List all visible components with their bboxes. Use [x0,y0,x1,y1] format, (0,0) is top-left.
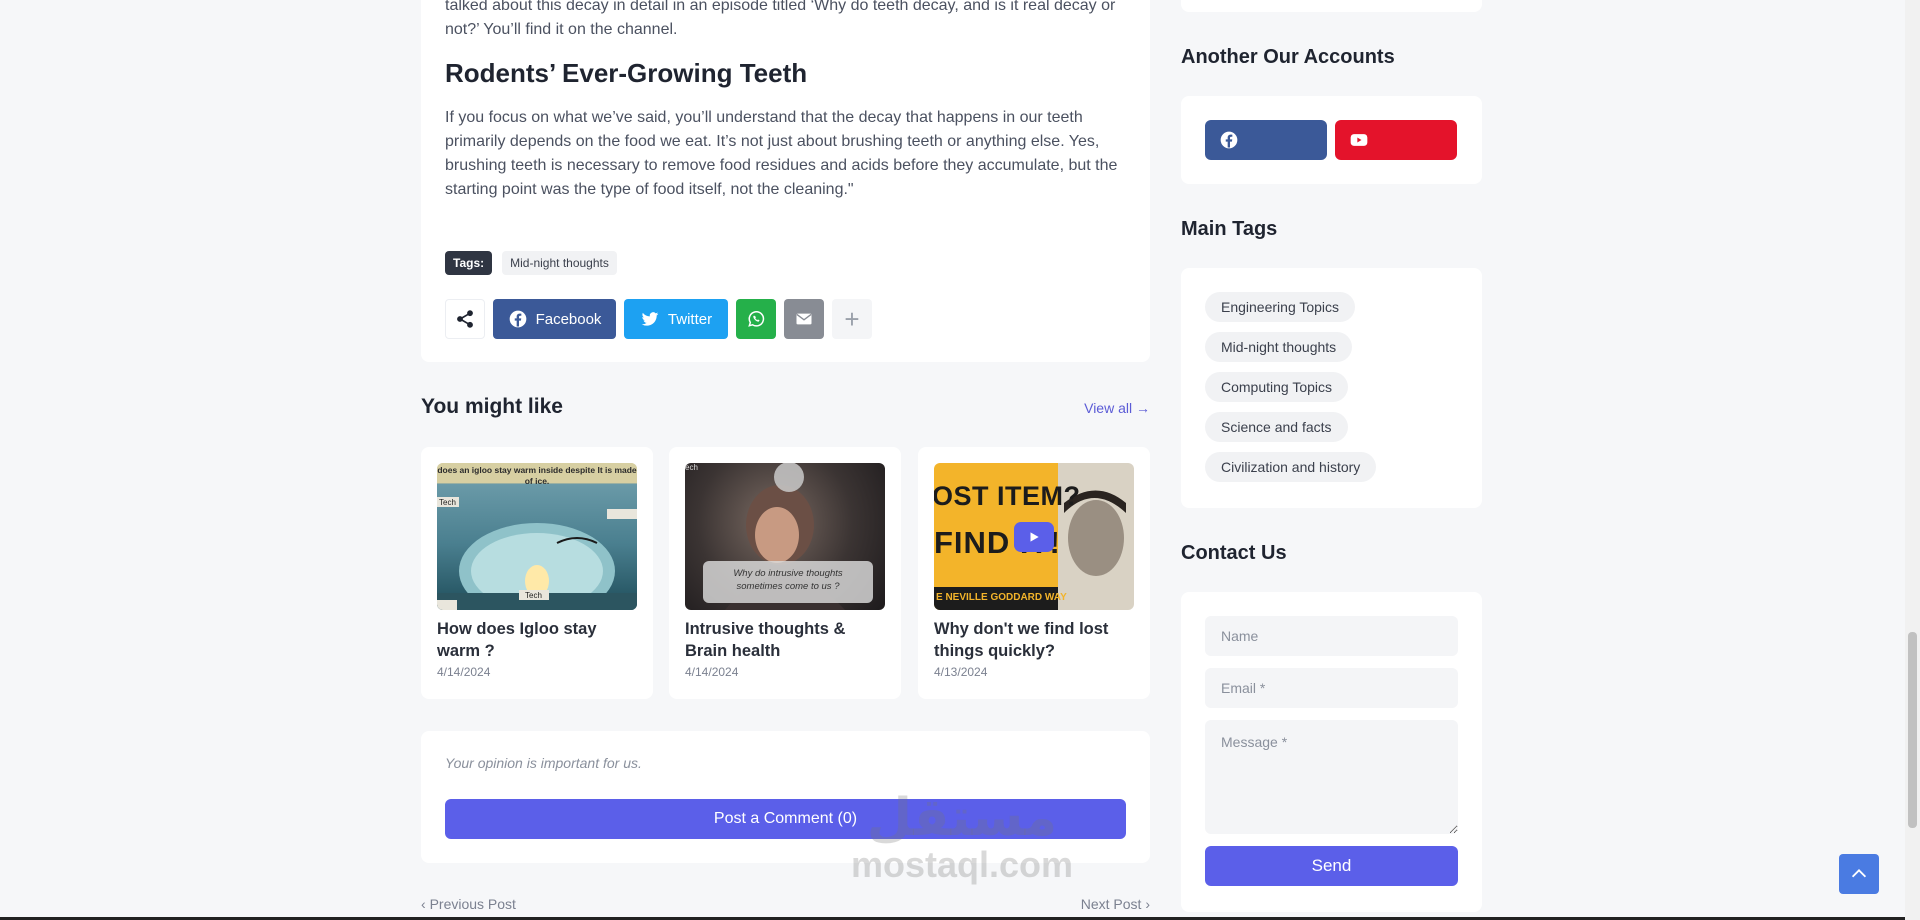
sidebar-widget [1181,0,1482,12]
post-title[interactable]: Why don't we find lost things quickly? [934,618,1134,662]
article-section-heading: Rodents’ Ever-Growing Teeth [445,58,808,88]
article-paragraph: If you focus on what we’ve said, you’ll … [445,109,1118,198]
back-to-top-button[interactable] [1839,854,1879,894]
scrollbar-thumb[interactable] [1908,632,1917,828]
thumb-tag: Tech [525,591,542,600]
message-field[interactable] [1205,720,1458,834]
chevron-up-icon [1851,869,1867,878]
share-facebook-label: Facebook [535,310,602,328]
twitter-icon [641,312,659,326]
youtube-icon [1350,134,1368,146]
chevron-left-icon: ‹ [421,896,430,912]
envelope-icon [796,313,812,325]
facebook-icon [509,310,526,328]
thumb-tag: Tech [439,498,456,507]
share-facebook-button[interactable]: Facebook [493,299,616,339]
post-date: 4/14/2024 [685,665,739,679]
thumb-caption: does an igloo stay warm inside despite I… [437,465,637,486]
watermark-arabic: مستقل [866,789,1058,847]
share-email-button[interactable] [784,299,824,339]
main-tags-title: Main Tags [1181,218,1278,240]
article-intro-text: talked about this decay in detail in an … [445,0,1116,38]
share-whatsapp-button[interactable] [736,299,776,339]
post-thumbnail[interactable]: Why do intrusive thoughts sometimes come… [685,463,885,610]
facebook-account-button[interactable] [1205,120,1327,160]
scrollbar[interactable] [1905,0,1920,920]
contact-form: Send [1181,592,1482,912]
main-tags-card: Engineering Topics Mid-night thoughts Co… [1181,268,1482,508]
tag-link[interactable]: Engineering Topics [1205,292,1356,322]
post-date: 4/13/2024 [934,665,988,679]
email-field[interactable] [1205,668,1458,708]
play-icon [1030,532,1039,542]
related-post-card[interactable]: does an igloo stay warm inside despite I… [421,447,653,699]
article-tag-chip[interactable]: Mid-night thoughts [502,251,617,275]
previous-post-link[interactable]: ‹ Previous Post [421,896,516,912]
post-thumbnail[interactable]: OST ITEM? FIND IT! E NEVILLE GODDARD WAY [934,463,1134,610]
tags-label: Tags: [445,251,493,275]
accounts-card [1181,96,1482,184]
thumb-caption: Why do intrusive thoughts sometimes come… [703,561,873,603]
chevron-right-icon: › [1141,896,1150,912]
comment-hint: Your opinion is important for us. [445,755,642,771]
next-post-label: Next Post [1080,896,1142,912]
article-tags: Tags: Mid-night thoughts [445,251,617,275]
watermark: مستقل mostaql.com [842,790,1082,884]
share-button[interactable] [445,299,485,339]
send-button[interactable]: Send [1205,846,1458,886]
thumb-subline: E NEVILLE GODDARD WAY [936,592,1067,603]
whatsapp-icon [748,310,765,327]
post-date: 4/14/2024 [437,665,491,679]
play-button[interactable] [1014,522,1054,552]
tag-link[interactable]: Science and facts [1205,412,1348,442]
facebook-icon [1220,131,1238,149]
previous-post-label: Previous Post [429,896,516,912]
related-posts-title: You might like [421,395,563,418]
tag-link[interactable]: Civilization and history [1205,452,1377,482]
article-card: talked about this decay in detail in an … [421,0,1150,362]
contact-title: Contact Us [1181,542,1287,564]
share-twitter-label: Twitter [667,310,713,328]
share-twitter-button[interactable]: Twitter [624,299,728,339]
post-title[interactable]: How does Igloo stay warm ? [437,618,637,662]
share-icon [457,310,473,328]
tag-link[interactable]: Mid-night thoughts [1205,332,1353,362]
tag-link[interactable]: Computing Topics [1205,372,1349,402]
next-post-link[interactable]: Next Post › [1081,896,1150,912]
share-more-button[interactable]: + [832,299,872,339]
thumb-tag: ech [685,463,698,472]
related-post-card[interactable]: OST ITEM? FIND IT! E NEVILLE GODDARD WAY… [918,447,1150,699]
accounts-title: Another Our Accounts [1181,46,1395,68]
post-title[interactable]: Intrusive thoughts & Brain health [685,618,885,662]
share-bar: Facebook Twitter + [445,299,872,339]
post-thumbnail[interactable]: does an igloo stay warm inside despite I… [437,463,637,610]
thumb-headline: OST ITEM? [934,481,1081,511]
view-all-link[interactable]: View all → [1084,400,1150,416]
watermark-latin: mostaql.com [850,844,1074,885]
youtube-account-button[interactable] [1335,120,1457,160]
name-field[interactable] [1205,616,1458,656]
related-post-card[interactable]: Why do intrusive thoughts sometimes come… [669,447,901,699]
